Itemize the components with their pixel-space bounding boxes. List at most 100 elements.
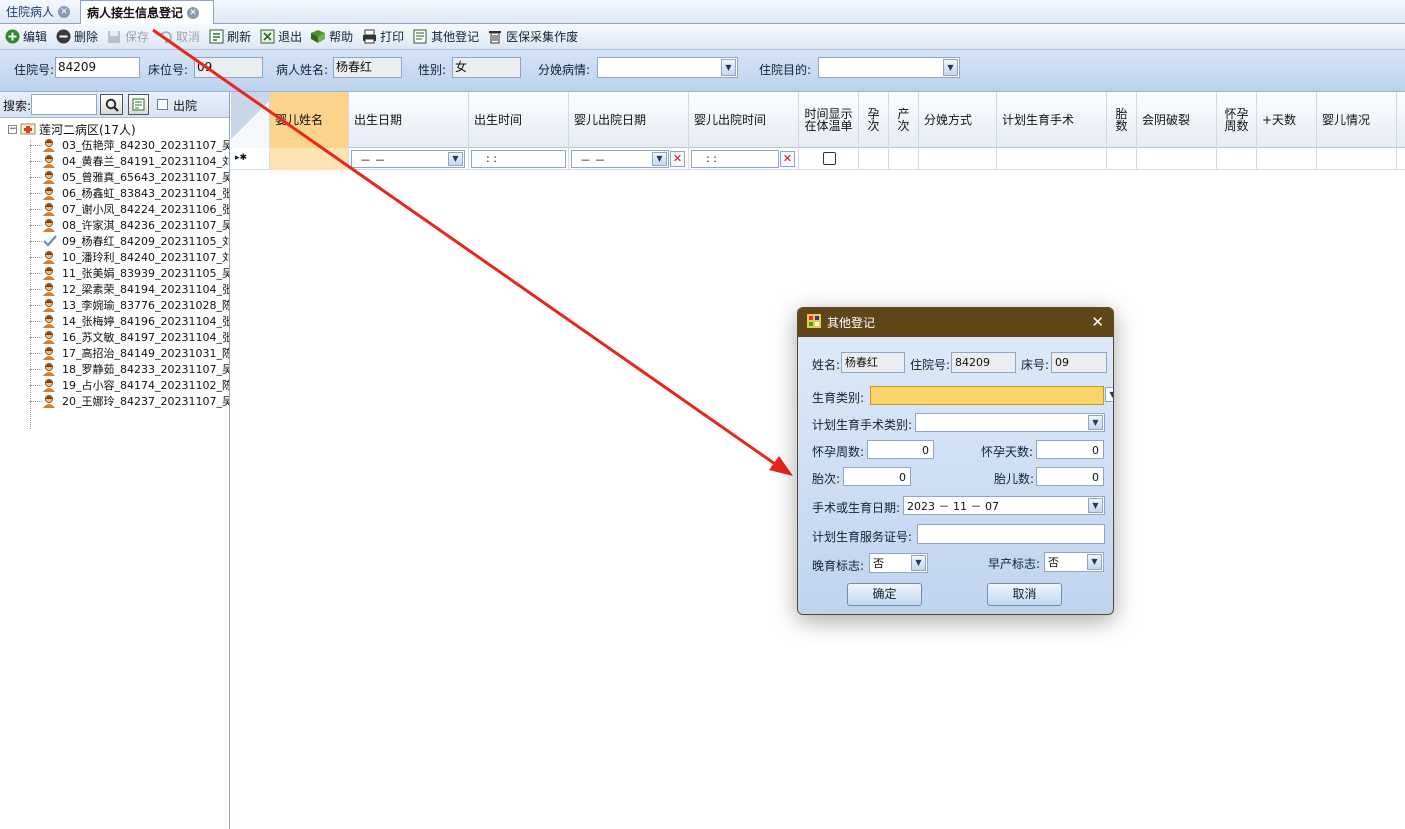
refresh-button[interactable]: 刷新: [206, 26, 257, 48]
patient-tree-item[interactable]: 03_伍艳萍_84230_20231107_吴滨: [0, 137, 229, 153]
chevron-down-icon[interactable]: ▼: [1088, 498, 1103, 513]
edit-button[interactable]: 编辑: [2, 26, 53, 48]
dialog-cancel-button[interactable]: 取消: [987, 583, 1062, 606]
discharge-date-cell[interactable]: － － ▼ ✕: [569, 148, 689, 170]
collapse-icon[interactable]: −: [8, 124, 17, 134]
new-row[interactable]: ▸✱ － － ▼ : : － － ▼ ✕ : : ✕: [231, 148, 1405, 170]
dialog-name-field[interactable]: 杨春红: [841, 352, 905, 373]
refresh-list-button[interactable]: [128, 94, 149, 115]
dialog-bed-field[interactable]: 09: [1051, 352, 1107, 373]
chevron-down-icon[interactable]: ▼: [943, 59, 958, 76]
clear-icon[interactable]: ✕: [670, 151, 685, 167]
col-perineal-tear[interactable]: 会阴破裂: [1137, 92, 1217, 148]
gravida-cell[interactable]: [859, 148, 889, 170]
help-button[interactable]: 帮助: [308, 26, 359, 48]
search-button[interactable]: [100, 94, 123, 115]
operation-date-input[interactable]: 2023 － 11 － 07 ▼: [903, 496, 1105, 515]
chevron-down-icon[interactable]: ▼: [448, 152, 463, 166]
patient-tree-item[interactable]: 08_许家淇_84236_20231107_吴滨: [0, 217, 229, 233]
delivery-method-cell[interactable]: [919, 148, 997, 170]
admission-number-field[interactable]: 84209: [55, 57, 140, 78]
col-baby-condition[interactable]: 婴儿情况: [1317, 92, 1397, 148]
ward-node[interactable]: − 莲河二病区(17人): [8, 121, 229, 137]
col-para[interactable]: 产次: [889, 92, 919, 148]
patient-tree-item[interactable]: 16_苏文敏_84197_20231104_张玥: [0, 329, 229, 345]
col-family-planning[interactable]: 计划生育手术: [997, 92, 1107, 148]
discharge-time-input[interactable]: : :: [691, 150, 779, 168]
patient-tree-item[interactable]: 06_杨鑫虹_83843_20231104_张玥: [0, 185, 229, 201]
col-gravida[interactable]: 孕次: [859, 92, 889, 148]
fetus-count-field[interactable]: 0: [1036, 467, 1104, 486]
col-extra-days[interactable]: +天数: [1257, 92, 1317, 148]
col-birth-date[interactable]: 出生日期: [349, 92, 469, 148]
other-registration-button[interactable]: 其他登记: [410, 26, 485, 48]
bed-number-field[interactable]: 09: [194, 57, 263, 78]
service-cert-field[interactable]: [917, 524, 1105, 544]
chevron-down-icon[interactable]: ▼: [911, 555, 926, 571]
row-selector-header[interactable]: [231, 92, 270, 148]
premature-select[interactable]: 否 ▼: [1044, 552, 1104, 572]
patient-tree-item[interactable]: 13_李婉瑜_83776_20231028_陈玥: [0, 297, 229, 313]
delivery-condition-select[interactable]: ▼: [597, 57, 738, 78]
delete-button[interactable]: 删除: [53, 26, 104, 48]
col-discharge-date[interactable]: 婴儿出院日期: [569, 92, 689, 148]
baby-condition-cell[interactable]: [1317, 148, 1397, 170]
gravida-field[interactable]: 0: [843, 467, 911, 486]
patient-tree-item[interactable]: 04_黄春兰_84191_20231104_刘裕: [0, 153, 229, 169]
patient-tree-item[interactable]: 18_罗静茹_84233_20231107_吴滨: [0, 361, 229, 377]
patient-tree-item[interactable]: 14_张梅婷_84196_20231104_张玥: [0, 313, 229, 329]
family-planning-cell[interactable]: [997, 148, 1107, 170]
birth-date-input[interactable]: － － ▼: [351, 150, 465, 168]
chevron-down-icon[interactable]: ▼: [652, 152, 667, 166]
patient-tree-item[interactable]: 09_杨春红_84209_20231105_刘裕: [0, 233, 229, 249]
chevron-down-icon[interactable]: ▼: [1088, 415, 1103, 430]
late-birth-select[interactable]: 否 ▼: [869, 553, 928, 573]
baby-name-cell[interactable]: [270, 148, 349, 170]
gestation-weeks-cell[interactable]: [1217, 148, 1257, 170]
discharge-date-input[interactable]: － － ▼: [571, 150, 669, 168]
exit-button[interactable]: 退出: [257, 26, 308, 48]
col-delivery-method[interactable]: 分娩方式: [919, 92, 997, 148]
chevron-down-icon[interactable]: ▼: [1087, 554, 1102, 570]
perineal-tear-cell[interactable]: [1137, 148, 1217, 170]
gestation-weeks-field[interactable]: 0: [867, 440, 934, 459]
birth-date-cell[interactable]: － － ▼: [349, 148, 469, 170]
close-icon[interactable]: ✕: [1091, 314, 1104, 330]
patient-tree-item[interactable]: 19_占小容_84174_20231102_陈玥: [0, 377, 229, 393]
discharge-time-cell[interactable]: : : ✕: [689, 148, 799, 170]
para-cell[interactable]: [889, 148, 919, 170]
col-birth-time[interactable]: 出生时间: [469, 92, 569, 148]
search-input[interactable]: [31, 94, 97, 115]
show-on-chart-checkbox[interactable]: [823, 152, 836, 165]
close-icon[interactable]: ✕: [58, 6, 71, 18]
chevron-down-icon[interactable]: ▼: [721, 59, 736, 76]
col-fetus-count[interactable]: 胎数: [1107, 92, 1137, 148]
clear-icon[interactable]: ✕: [780, 151, 795, 167]
print-button[interactable]: 打印: [359, 26, 410, 48]
birth-time-input[interactable]: : :: [471, 150, 566, 168]
dialog-admission-field[interactable]: 84209: [951, 352, 1016, 373]
show-on-chart-cell[interactable]: [799, 148, 859, 170]
ok-button[interactable]: 确定: [847, 583, 922, 606]
patient-tree-item[interactable]: 11_张美娟_83939_20231105_吴滨: [0, 265, 229, 281]
col-baby-name[interactable]: 婴儿姓名: [270, 92, 349, 148]
tab-inpatients[interactable]: 住院病人 ✕: [0, 0, 80, 24]
col-show-on-chart[interactable]: 时间显示在体温单: [799, 92, 859, 148]
col-discharge-time[interactable]: 婴儿出院时间: [689, 92, 799, 148]
birth-type-select[interactable]: ▼: [870, 386, 1113, 405]
discharged-checkbox[interactable]: [157, 99, 168, 110]
chevron-down-icon[interactable]: ▼: [1105, 387, 1113, 402]
patient-name-field[interactable]: 杨春红: [333, 57, 402, 78]
patient-tree-item[interactable]: 12_梁素荣_84194_20231104_张玥: [0, 281, 229, 297]
save-button[interactable]: 保存: [104, 26, 155, 48]
patient-tree-item[interactable]: 20_王娜玲_84237_20231107_吴滨: [0, 393, 229, 409]
close-icon[interactable]: ✕: [187, 6, 200, 19]
cancel-button[interactable]: 取消: [155, 26, 206, 48]
sex-field[interactable]: 女: [452, 57, 521, 78]
patient-tree-item[interactable]: 07_谢小凤_84224_20231106_张玥: [0, 201, 229, 217]
extra-days-cell[interactable]: [1257, 148, 1317, 170]
gestation-days-field[interactable]: 0: [1036, 440, 1104, 459]
birth-time-cell[interactable]: : :: [469, 148, 569, 170]
patient-tree-item[interactable]: 05_曾雅真_65643_20231107_吴滨: [0, 169, 229, 185]
insurance-void-button[interactable]: 医保采集作废: [485, 26, 584, 48]
